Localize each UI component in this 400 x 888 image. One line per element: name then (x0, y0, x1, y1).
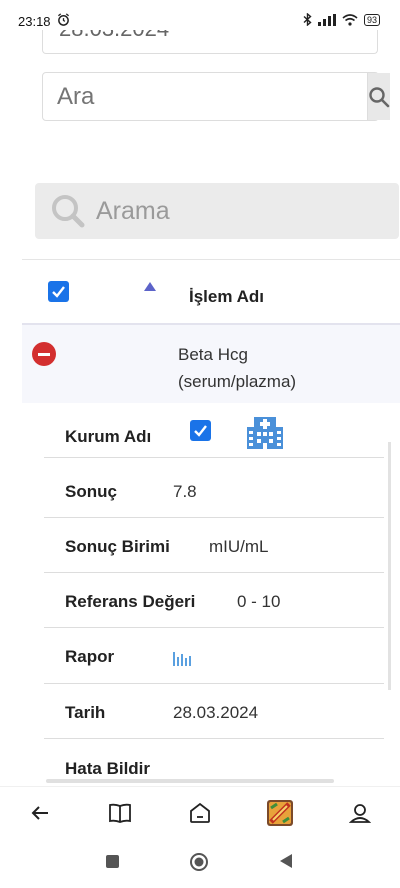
row-name-line1: Beta Hcg (178, 345, 248, 364)
check-icon (52, 286, 65, 298)
column-header-islem-adi[interactable]: İşlem Adı (189, 287, 264, 307)
results-table: İşlem Adı Beta Hcg (serum/plazma) Kurum … (22, 259, 400, 785)
detail-rapor: Rapor (44, 629, 384, 684)
bluetooth-icon (303, 13, 312, 26)
home-button[interactable] (186, 799, 214, 827)
check-icon (194, 425, 207, 437)
table-row[interactable]: Beta Hcg (serum/plazma) (22, 325, 400, 403)
search-input[interactable] (43, 73, 367, 120)
hata-bildir-label[interactable]: Hata Bildir (65, 759, 150, 779)
rapor-label: Rapor (65, 647, 115, 666)
back-icon (31, 806, 48, 820)
status-time: 23:18 (18, 14, 51, 29)
sort-ascending-icon[interactable] (144, 282, 156, 291)
referans-value: 0 - 10 (237, 592, 281, 611)
filter-search-icon (52, 195, 85, 228)
profile-button[interactable] (346, 799, 374, 827)
hospital-icon[interactable] (246, 413, 284, 449)
status-icons: 93 (303, 13, 380, 26)
app-icon (267, 800, 293, 826)
filter-search-placeholder: Arama (96, 196, 170, 225)
row-name-line2: (serum/plazma) (178, 372, 297, 391)
wifi-icon (342, 13, 358, 26)
alarm-icon (57, 13, 70, 26)
signal-icon (317, 13, 336, 26)
birim-label: Sonuç Birimi (65, 537, 170, 556)
detail-referans: Referans Değeri 0 - 10 (44, 573, 384, 628)
bookmarks-button[interactable] (106, 799, 134, 827)
filter-search-bar[interactable]: Arama (35, 183, 399, 239)
detail-sonuc: Sonuç 7.8 (44, 463, 384, 518)
detail-kurum: Kurum Adı (44, 403, 384, 458)
app-tab-button[interactable] (266, 799, 294, 827)
system-navigation (0, 838, 400, 888)
birim-value: mIU/mL (209, 537, 269, 556)
date-input-value: 28.03.2024 (59, 30, 169, 42)
search-icon (369, 86, 390, 107)
bottom-navigation (0, 786, 400, 838)
date-input[interactable]: 28.03.2024 (42, 30, 378, 54)
tarih-label: Tarih (65, 703, 106, 722)
select-all-checkbox[interactable] (48, 281, 69, 302)
kurum-checkbox[interactable] (190, 420, 211, 441)
report-chart-icon[interactable] (172, 648, 192, 666)
referans-label: Referans Değeri (65, 592, 196, 611)
horizontal-scrollbar[interactable] (46, 779, 334, 783)
recents-icon[interactable] (106, 855, 119, 868)
search-button[interactable] (367, 73, 390, 120)
sonuc-label: Sonuç (65, 482, 117, 501)
sonuc-value: 7.8 (173, 482, 197, 501)
back-button[interactable] (26, 799, 54, 827)
home-icon (190, 802, 210, 823)
collapse-row-icon[interactable] (32, 342, 56, 366)
system-home-icon[interactable] (189, 852, 209, 872)
battery-indicator: 93 (363, 13, 380, 26)
profile-icon (349, 804, 371, 823)
kurum-label: Kurum Adı (65, 427, 152, 446)
detail-tarih: Tarih 28.03.2024 (44, 684, 384, 739)
table-header: İşlem Adı (22, 259, 400, 325)
book-icon (109, 803, 131, 823)
vertical-scrollbar[interactable] (388, 442, 391, 690)
search-group (42, 72, 390, 121)
tarih-value: 28.03.2024 (173, 703, 259, 722)
system-back-icon[interactable] (279, 853, 293, 869)
row-name: Beta Hcg (serum/plazma) (178, 341, 296, 395)
detail-birim: Sonuç Birimi mIU/mL (44, 518, 384, 573)
